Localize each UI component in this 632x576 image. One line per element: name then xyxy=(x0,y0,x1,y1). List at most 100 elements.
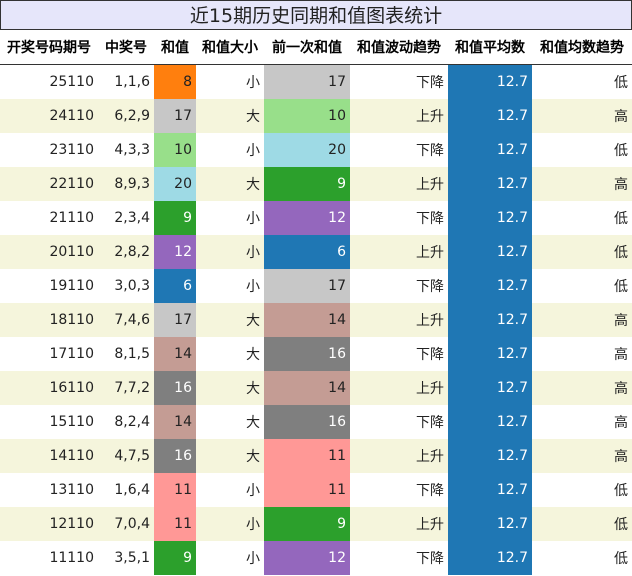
prev-sum-cell: 16 xyxy=(264,404,350,439)
size-cell: 大 xyxy=(246,176,260,193)
avg-cell: 12.7 xyxy=(448,540,532,575)
avg-trend-cell: 高 xyxy=(614,414,628,431)
header-sum: 和值 xyxy=(154,30,196,65)
table-row: 16110 7,7,2 16 大 14 上升 12.7 高 xyxy=(0,370,632,405)
avg-trend-cell: 低 xyxy=(614,74,628,91)
size-cell: 小 xyxy=(246,142,260,159)
prev-sum-cell: 14 xyxy=(264,302,350,337)
trend-cell: 上升 xyxy=(416,244,444,261)
trend-cell: 上升 xyxy=(416,516,444,533)
numbers-cell: 2,8,2 xyxy=(114,243,150,260)
prev-sum-cell: 11 xyxy=(264,472,350,507)
trend-cell: 上升 xyxy=(416,448,444,465)
numbers-cell: 2,3,4 xyxy=(114,209,150,226)
prev-sum-cell: 9 xyxy=(264,166,350,201)
numbers-cell: 4,7,5 xyxy=(114,447,150,464)
header-size: 和值大小 xyxy=(196,30,264,65)
sum-cell: 16 xyxy=(154,438,196,473)
prev-sum-cell: 6 xyxy=(264,234,350,269)
table-row: 20110 2,8,2 12 小 6 上升 12.7 低 xyxy=(0,234,632,269)
avg-trend-cell: 低 xyxy=(614,142,628,159)
size-cell: 小 xyxy=(246,550,260,567)
prev-sum-cell: 10 xyxy=(264,98,350,133)
prev-sum-cell: 20 xyxy=(264,132,350,167)
issue-cell: 20110 xyxy=(49,243,94,260)
sum-cell: 11 xyxy=(154,472,196,507)
trend-cell: 下降 xyxy=(416,550,444,567)
prev-sum-cell: 11 xyxy=(264,438,350,473)
avg-trend-cell: 高 xyxy=(614,312,628,329)
avg-trend-cell: 高 xyxy=(614,108,628,125)
avg-trend-cell: 高 xyxy=(614,346,628,363)
avg-trend-cell: 低 xyxy=(614,278,628,295)
issue-cell: 11110 xyxy=(49,549,94,566)
stats-page: 近15期历史同期和值图表统计 开奖号码期号 中奖号 和值 和值大小 前一次和值 … xyxy=(0,0,632,576)
header-avg: 和值平均数 xyxy=(448,30,532,65)
sum-cell: 14 xyxy=(154,404,196,439)
trend-cell: 下降 xyxy=(416,346,444,363)
table-row: 17110 8,1,5 14 大 16 下降 12.7 高 xyxy=(0,336,632,371)
avg-cell: 12.7 xyxy=(448,472,532,507)
trend-cell: 下降 xyxy=(416,142,444,159)
avg-trend-cell: 高 xyxy=(614,176,628,193)
avg-trend-cell: 高 xyxy=(614,448,628,465)
avg-cell: 12.7 xyxy=(448,64,532,99)
prev-sum-cell: 17 xyxy=(264,64,350,99)
header-issue: 开奖号码期号 xyxy=(0,30,98,65)
prev-sum-cell: 14 xyxy=(264,370,350,405)
issue-cell: 17110 xyxy=(49,345,94,362)
avg-trend-cell: 低 xyxy=(614,210,628,227)
sum-cell: 17 xyxy=(154,98,196,133)
numbers-cell: 6,2,9 xyxy=(114,107,150,124)
size-cell: 小 xyxy=(246,210,260,227)
numbers-cell: 7,0,4 xyxy=(114,515,150,532)
trend-cell: 上升 xyxy=(416,380,444,397)
table-row: 22110 8,9,3 20 大 9 上升 12.7 高 xyxy=(0,166,632,201)
avg-trend-cell: 低 xyxy=(614,244,628,261)
header-trend: 和值波动趋势 xyxy=(350,30,448,65)
header-prev-sum: 前一次和值 xyxy=(264,30,350,65)
header-numbers: 中奖号 xyxy=(98,30,154,65)
avg-cell: 12.7 xyxy=(448,98,532,133)
issue-cell: 25110 xyxy=(49,73,94,90)
header-avg-trend: 和值均数趋势 xyxy=(532,30,632,65)
issue-cell: 24110 xyxy=(49,107,94,124)
avg-trend-cell: 低 xyxy=(614,550,628,567)
table-header-row: 开奖号码期号 中奖号 和值 和值大小 前一次和值 和值波动趋势 和值平均数 和值… xyxy=(0,30,632,65)
numbers-cell: 7,4,6 xyxy=(114,311,150,328)
sum-cell: 6 xyxy=(154,268,196,303)
table-row: 24110 6,2,9 17 大 10 上升 12.7 高 xyxy=(0,98,632,133)
size-cell: 大 xyxy=(246,312,260,329)
avg-cell: 12.7 xyxy=(448,200,532,235)
numbers-cell: 8,1,5 xyxy=(114,345,150,362)
issue-cell: 14110 xyxy=(49,447,94,464)
table-body: 25110 1,1,6 8 小 17 下降 12.7 低 24110 6,2,9 17 大 10 上升 12… xyxy=(0,64,632,575)
avg-trend-cell: 低 xyxy=(614,482,628,499)
avg-trend-cell: 低 xyxy=(614,516,628,533)
avg-cell: 12.7 xyxy=(448,336,532,371)
trend-cell: 下降 xyxy=(416,482,444,499)
sum-cell: 16 xyxy=(154,370,196,405)
trend-cell: 下降 xyxy=(416,74,444,91)
trend-cell: 下降 xyxy=(416,414,444,431)
trend-cell: 上升 xyxy=(416,176,444,193)
size-cell: 大 xyxy=(246,414,260,431)
issue-cell: 18110 xyxy=(49,311,94,328)
size-cell: 小 xyxy=(246,244,260,261)
numbers-cell: 1,6,4 xyxy=(114,481,150,498)
sum-cell: 11 xyxy=(154,506,196,541)
size-cell: 大 xyxy=(246,108,260,125)
issue-cell: 23110 xyxy=(49,141,94,158)
size-cell: 大 xyxy=(246,346,260,363)
sum-cell: 9 xyxy=(154,200,196,235)
avg-cell: 12.7 xyxy=(448,268,532,303)
sum-cell: 8 xyxy=(154,64,196,99)
size-cell: 小 xyxy=(246,278,260,295)
avg-trend-cell: 高 xyxy=(614,380,628,397)
prev-sum-cell: 17 xyxy=(264,268,350,303)
sum-cell: 17 xyxy=(154,302,196,337)
table-row: 15110 8,2,4 14 大 16 下降 12.7 高 xyxy=(0,404,632,439)
issue-cell: 22110 xyxy=(49,175,94,192)
table-row: 11110 3,5,1 9 小 12 下降 12.7 低 xyxy=(0,540,632,575)
trend-cell: 下降 xyxy=(416,278,444,295)
